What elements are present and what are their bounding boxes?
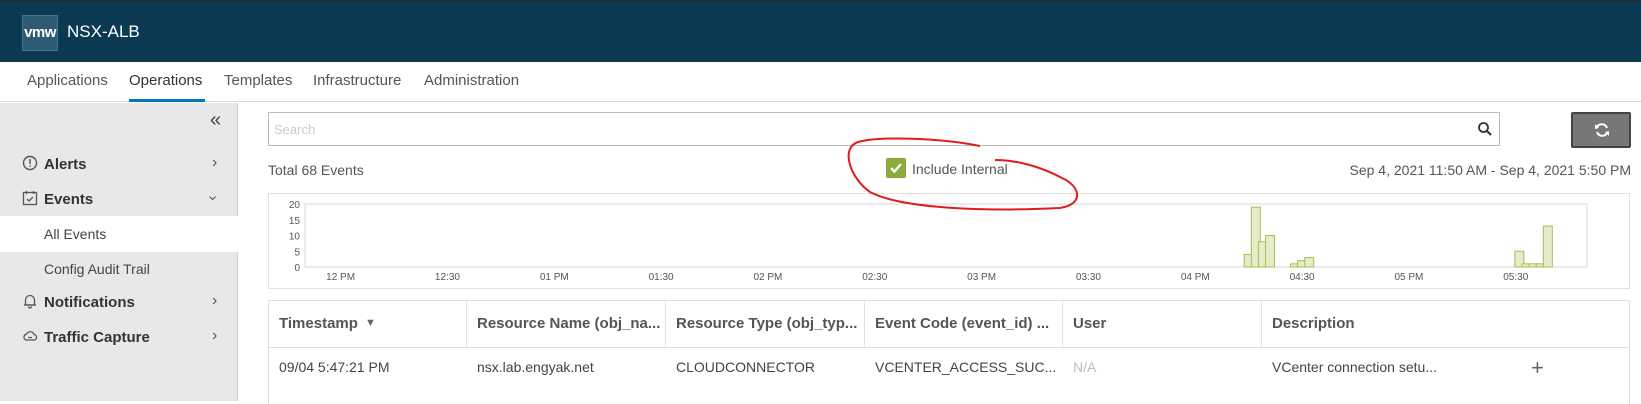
x-tick-label: 01 PM <box>540 272 569 283</box>
column-header-user[interactable]: User <box>1063 301 1262 347</box>
histogram-bar[interactable] <box>1265 235 1276 268</box>
collapse-sidebar-icon[interactable]: « <box>210 109 221 132</box>
cell-user: N/A <box>1073 359 1097 375</box>
x-tick-label: 03 PM <box>967 272 996 283</box>
search-icon[interactable] <box>1477 121 1493 137</box>
x-tick-label: 01:30 <box>649 272 674 283</box>
y-tick-label: 10 <box>289 232 301 243</box>
sidebar-item-label: Traffic Capture <box>44 329 150 346</box>
y-tick-label: 5 <box>294 247 300 258</box>
chevron-right-icon: › <box>212 292 218 309</box>
sidebar-item-alerts[interactable]: Alerts › <box>0 147 238 183</box>
column-header-label: Resource Type (obj_typ... <box>676 315 858 332</box>
x-tick-label: 04:30 <box>1290 272 1315 283</box>
histogram-bar[interactable] <box>1304 257 1315 268</box>
cell-resource-type: CLOUDCONNECTOR <box>676 359 815 375</box>
cell-resource-name: nsx.lab.engyak.net <box>477 359 594 375</box>
sidebar-item-label: Events <box>44 191 94 208</box>
header-divider <box>269 347 1629 348</box>
column-header-label: User <box>1073 315 1107 332</box>
top-header: vmw NSX-ALB <box>0 0 1641 62</box>
column-header-timestamp[interactable]: Timestamp ▼ <box>269 301 467 347</box>
events-histogram: 20 15 10 5 0 12 PM 12:30 01 PM 01:30 02 PM 02:30 03… <box>268 193 1630 289</box>
sidebar-item-events[interactable]: Events › <box>0 182 238 218</box>
vmw-logo[interactable]: vmw <box>22 15 58 51</box>
y-tick-label: 0 <box>294 263 300 274</box>
date-range[interactable]: Sep 4, 2021 11:50 AM - Sep 4, 2021 5:50 … <box>1350 162 1632 178</box>
column-header-label: Event Code (event_id) ... <box>875 315 1050 332</box>
column-header-label: Resource Name (obj_na... <box>477 315 661 332</box>
sidebar-item-label: Alerts <box>44 156 87 173</box>
y-tick-label: 20 <box>289 200 301 211</box>
expand-row-icon[interactable]: + <box>1531 355 1544 381</box>
x-tick-label: 05 PM <box>1394 272 1423 283</box>
sidebar-item-traffic-capture[interactable]: Traffic Capture › <box>0 320 238 356</box>
chart-plot-frame <box>304 203 1588 268</box>
chevron-right-icon: › <box>212 154 218 171</box>
tab-applications[interactable]: Applications <box>27 72 108 102</box>
sort-desc-icon: ▼ <box>365 317 376 329</box>
x-tick-label: 04 PM <box>1181 272 1210 283</box>
events-table: Timestamp ▼ Resource Name (obj_na... Res… <box>268 300 1630 404</box>
column-header-description[interactable]: Description <box>1262 301 1629 347</box>
sidebar-item-all-events[interactable]: All Events <box>0 216 238 252</box>
sidebar-item-notifications[interactable]: Notifications › <box>0 285 238 321</box>
tab-administration[interactable]: Administration <box>424 72 519 102</box>
search-placeholder: Search <box>274 122 316 137</box>
tab-operations[interactable]: Operations <box>129 72 205 102</box>
column-header-event-code[interactable]: Event Code (event_id) ... <box>865 301 1063 347</box>
column-header-resource-type[interactable]: Resource Type (obj_typ... <box>666 301 865 347</box>
cell-event-code: VCENTER_ACCESS_SUC... <box>875 359 1057 375</box>
chevron-right-icon: › <box>212 327 218 344</box>
sidebar-item-label: Config Audit Trail <box>44 261 150 277</box>
cloud-capture-icon <box>23 331 38 341</box>
events-histogram-svg: 20 15 10 5 0 12 PM 12:30 01 PM 01:30 02 PM 02:30 03… <box>289 200 1588 283</box>
x-tick-label: 02 PM <box>753 272 782 283</box>
sidebar-item-label: Notifications <box>44 294 135 311</box>
chevron-down-icon: › <box>204 195 222 201</box>
checkbox-checked[interactable] <box>886 158 906 178</box>
main-nav-tabs: Applications Operations Templates Infras… <box>0 62 1641 102</box>
cell-description: VCenter connection setu... <box>1272 359 1437 375</box>
histogram-bar[interactable] <box>1542 225 1553 268</box>
refresh-button[interactable] <box>1571 112 1631 148</box>
sidebar-item-config-audit-trail[interactable]: Config Audit Trail <box>0 251 238 287</box>
check-icon <box>890 163 902 174</box>
search-input[interactable]: Search <box>268 112 1500 146</box>
x-tick-label: 12:30 <box>435 272 460 283</box>
x-tick-label: 02:30 <box>862 272 887 283</box>
app-title: NSX-ALB <box>67 22 140 41</box>
sidebar: « Alerts › Events › All Events Config Au… <box>0 103 238 401</box>
total-events-count: Total 68 Events <box>268 162 364 178</box>
column-header-label: Timestamp <box>279 315 358 332</box>
column-header-label: Description <box>1272 315 1355 332</box>
bell-icon <box>24 294 36 309</box>
event-calendar-icon <box>22 191 38 206</box>
alert-circle-icon <box>22 155 38 171</box>
tab-templates[interactable]: Templates <box>224 72 292 102</box>
include-internal-label: Include Internal <box>912 161 1008 177</box>
refresh-icon <box>1595 123 1609 137</box>
sidebar-item-label: All Events <box>44 226 107 242</box>
cell-timestamp: 09/04 5:47:21 PM <box>279 359 390 375</box>
y-tick-label: 15 <box>289 216 301 227</box>
x-tick-label: 05:30 <box>1503 272 1528 283</box>
events-main-panel: Search Total 68 Events Include Internal … <box>239 103 1641 404</box>
x-tick-label: 12 PM <box>326 272 355 283</box>
tab-infrastructure[interactable]: Infrastructure <box>313 72 401 102</box>
column-header-resource-name[interactable]: Resource Name (obj_na... <box>467 301 666 347</box>
x-tick-label: 03:30 <box>1076 272 1101 283</box>
